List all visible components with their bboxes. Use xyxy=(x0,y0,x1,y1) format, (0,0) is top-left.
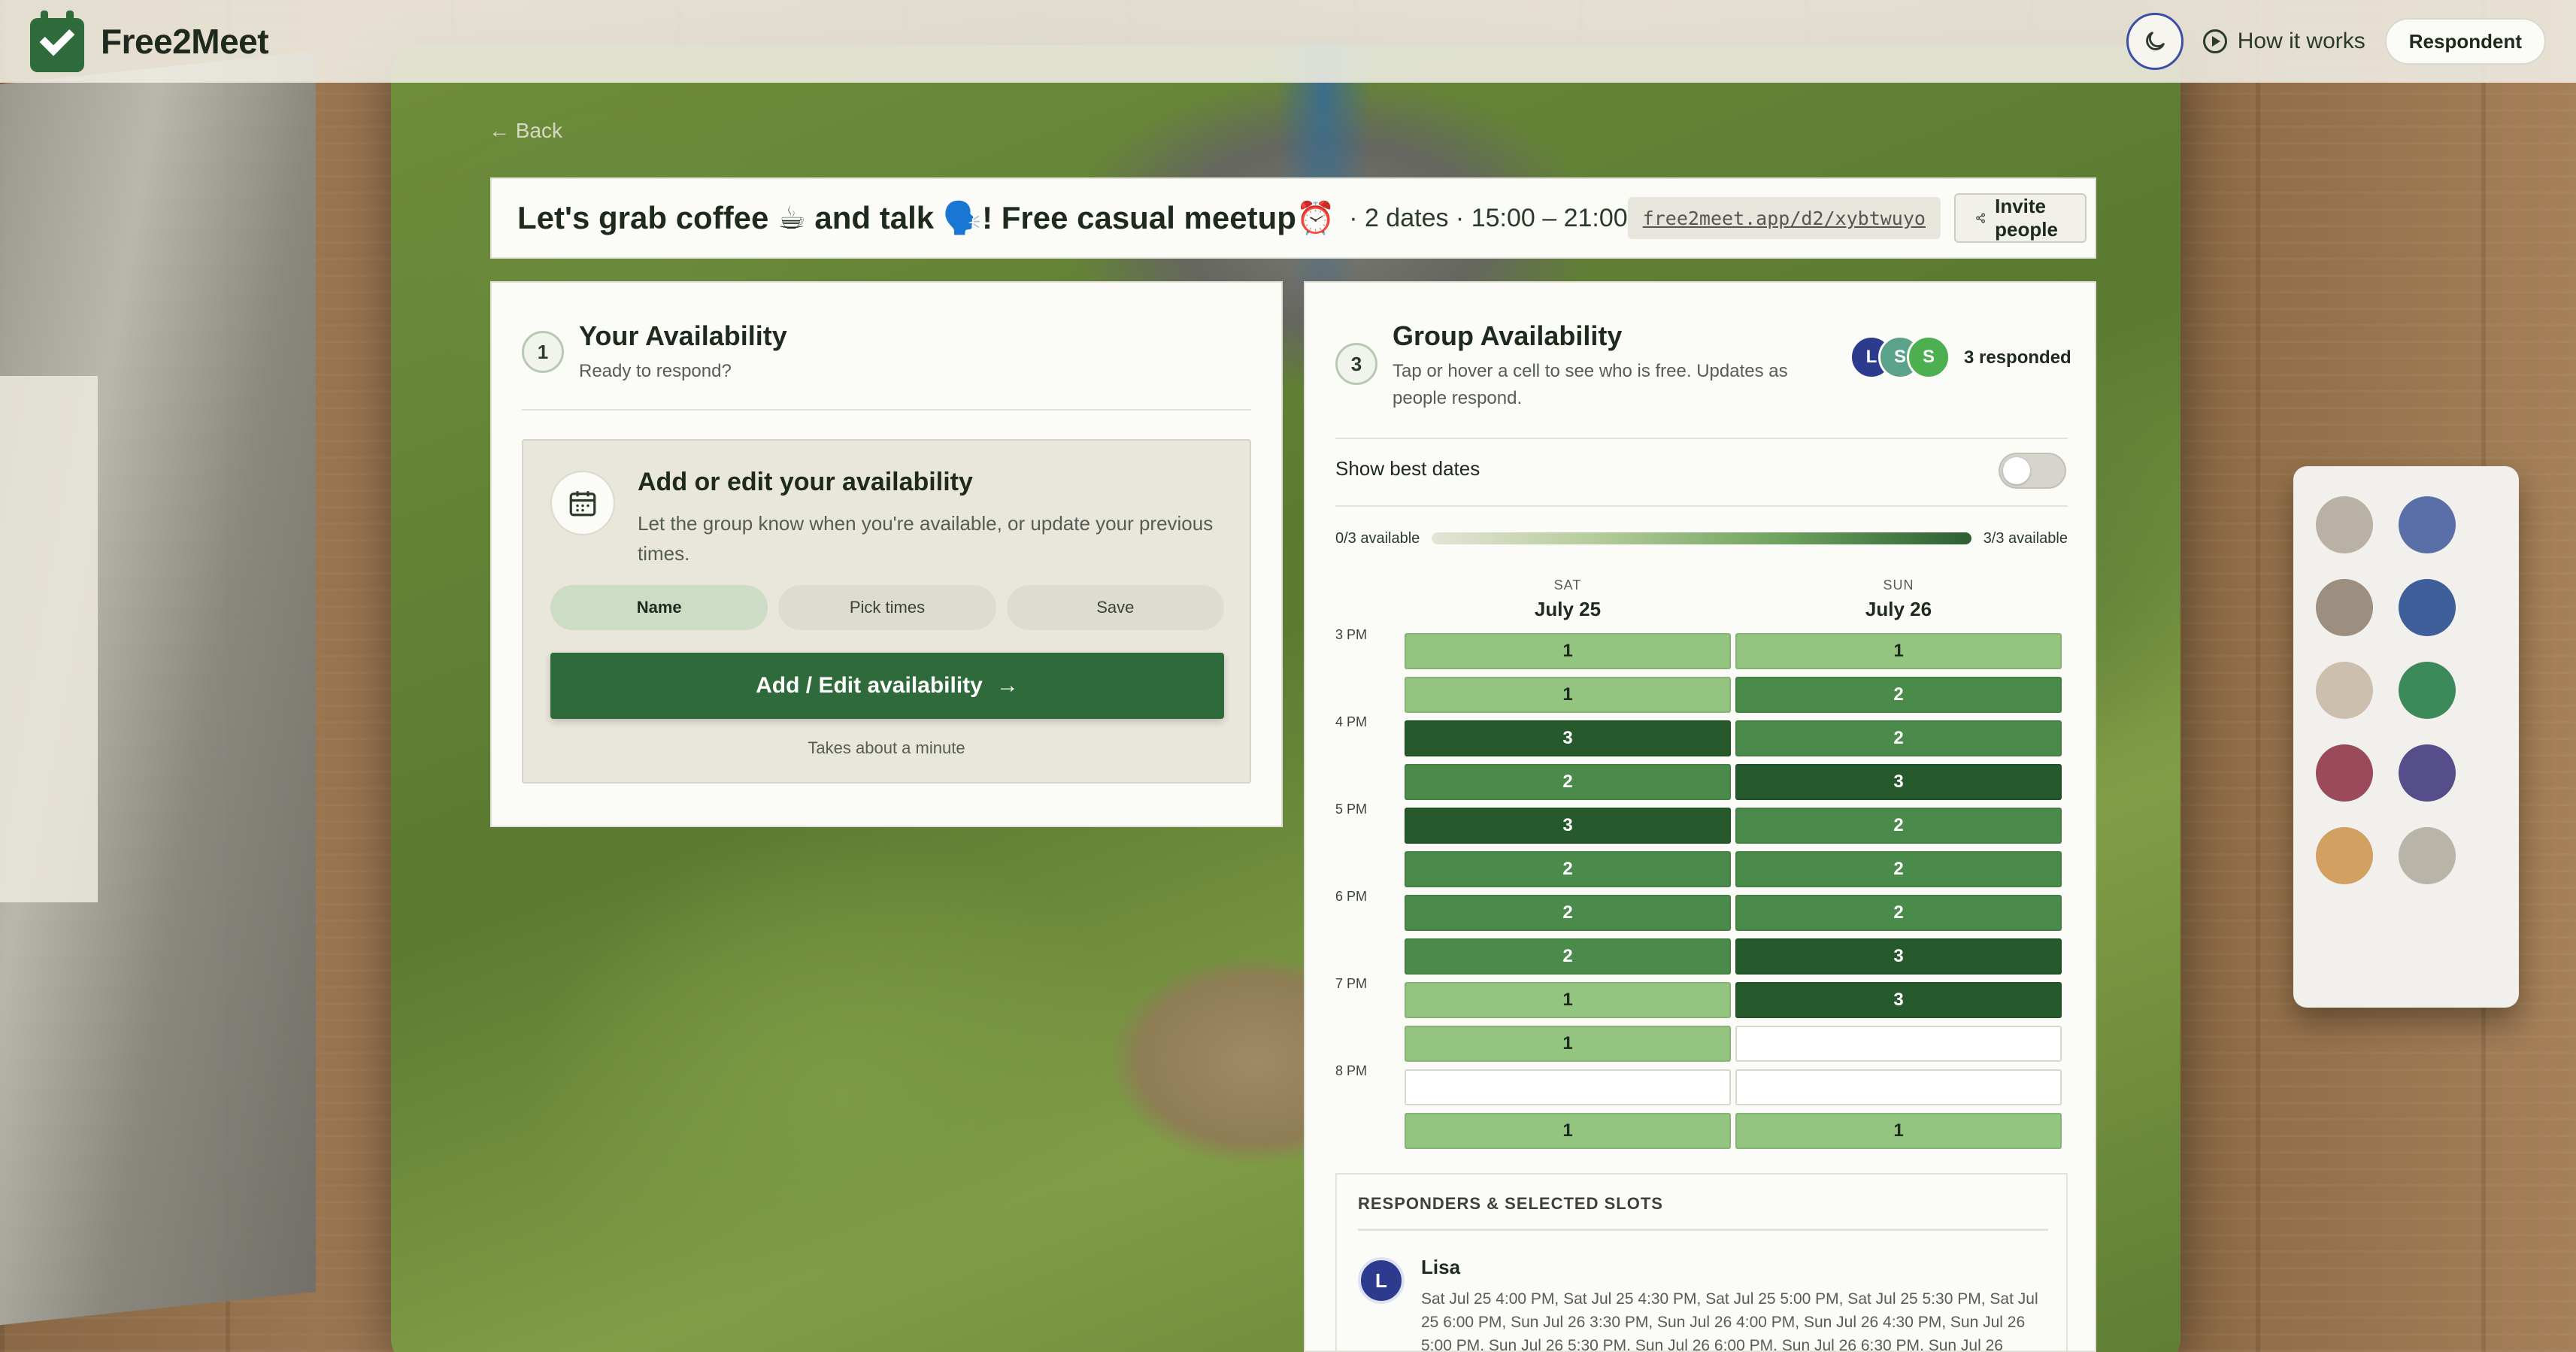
calendar-icon xyxy=(550,471,615,535)
card-title: Add or edit your availability xyxy=(638,468,973,496)
theme-toggle-button[interactable] xyxy=(2126,13,2184,70)
availability-cell[interactable]: 1 xyxy=(1735,1113,2062,1149)
respondent-button[interactable]: Respondent xyxy=(2384,18,2546,65)
play-circle-icon xyxy=(2202,29,2227,53)
availability-cell[interactable] xyxy=(1735,1026,2062,1062)
availability-cell[interactable]: 3 xyxy=(1405,720,1731,756)
availability-cell[interactable]: 2 xyxy=(1405,938,1731,975)
day-date: July 25 xyxy=(1534,598,1602,620)
responder-slots: Sat Jul 25 4:00 PM, Sat Jul 25 4:30 PM, … xyxy=(1421,1290,2038,1352)
legend-min-label: 0/3 available xyxy=(1335,529,1420,547)
moon-icon xyxy=(2145,32,2165,50)
divider xyxy=(1358,1229,2048,1231)
availability-cell[interactable]: 1 xyxy=(1405,1113,1731,1149)
panel-subtitle: Ready to respond? xyxy=(579,361,732,381)
invite-people-label: Invite people xyxy=(1995,195,2058,241)
availability-cell[interactable]: 2 xyxy=(1735,720,2062,756)
card-description: Let the group know when you're available… xyxy=(638,512,1214,565)
brand-name[interactable]: Free2Meet xyxy=(101,21,269,62)
day-of-week: SAT xyxy=(1553,577,1582,593)
panel-title: Group Availability xyxy=(1393,320,1623,351)
availability-legend: 0/3 available 3/3 available xyxy=(1335,529,2068,547)
show-best-dates-label: Show best dates xyxy=(1335,457,1480,480)
how-it-works-link[interactable]: How it works xyxy=(2202,29,2365,54)
legend-max-label: 3/3 available xyxy=(1983,529,2068,547)
responder-avatar: L xyxy=(1358,1257,1405,1304)
availability-cell[interactable]: 3 xyxy=(1405,808,1731,844)
responded-count: 3 responded xyxy=(1964,347,2071,368)
add-edit-availability-label: Add / Edit availability xyxy=(756,673,983,698)
step-number: 3 xyxy=(1335,343,1377,385)
progress-stepper: Name Pick times Save xyxy=(550,585,1224,630)
event-title-bar: Let's grab coffee ☕ and talk 🗣️! Free ca… xyxy=(490,177,2096,259)
show-best-dates-toggle[interactable] xyxy=(1999,453,2066,489)
availability-cell[interactable]: 2 xyxy=(1405,764,1731,800)
top-actions: How it works Respondent xyxy=(2126,13,2546,70)
responder-avatars[interactable]: L S S xyxy=(1850,335,1950,379)
availability-cell[interactable] xyxy=(1735,1069,2062,1105)
event-meta: · 2 dates · 15:00 – 21:00 xyxy=(1349,203,1628,232)
step-name: Name xyxy=(550,585,768,630)
back-link[interactable]: ← Back xyxy=(489,119,562,143)
time-label: 4 PM xyxy=(1335,714,1367,729)
day-header-sun: SUN July 26 xyxy=(1735,577,2062,621)
responder-name: Lisa xyxy=(1421,1256,1461,1278)
availability-cell[interactable]: 2 xyxy=(1735,851,2062,887)
availability-cell[interactable]: 2 xyxy=(1735,808,2062,844)
availability-cell[interactable]: 1 xyxy=(1405,633,1731,669)
invite-people-button[interactable]: Invite people xyxy=(1953,193,2087,243)
availability-cell[interactable]: 1 xyxy=(1735,633,2062,669)
step-number: 1 xyxy=(522,331,564,373)
availability-cell[interactable]: 2 xyxy=(1735,895,2062,931)
time-label: 6 PM xyxy=(1335,889,1367,904)
availability-cell[interactable]: 1 xyxy=(1405,982,1731,1018)
responders-list: RESPONDERS & SELECTED SLOTS L Lisa Sat J… xyxy=(1335,1173,2068,1352)
step-pick-times: Pick times xyxy=(778,585,996,630)
add-edit-availability-button[interactable]: Add / Edit availability → xyxy=(550,653,1224,719)
availability-cell[interactable]: 2 xyxy=(1405,851,1731,887)
time-label: 5 PM xyxy=(1335,802,1367,817)
divider xyxy=(1335,438,2068,439)
day-date: July 26 xyxy=(1865,598,1932,620)
share-icon xyxy=(1976,213,1985,223)
time-label: 8 PM xyxy=(1335,1063,1367,1078)
edit-availability-card: Add or edit your availability Let the gr… xyxy=(522,439,1251,784)
event-title: Let's grab coffee ☕ and talk 🗣️! Free ca… xyxy=(517,200,1336,235)
availability-cell[interactable]: 2 xyxy=(1405,895,1731,931)
paint-tray xyxy=(2293,466,2519,1008)
divider xyxy=(1335,505,2068,507)
divider xyxy=(522,409,1251,411)
responders-header: RESPONDERS & SELECTED SLOTS xyxy=(1358,1194,1663,1213)
panel-title: Your Availability xyxy=(579,320,787,351)
availability-cell[interactable]: 1 xyxy=(1405,1026,1731,1062)
time-estimate-hint: Takes about a minute xyxy=(808,738,965,757)
day-header-sat: SAT July 25 xyxy=(1405,577,1731,621)
top-bar: Free2Meet How it works Respondent xyxy=(0,0,2576,83)
legend-gradient xyxy=(1432,532,1971,544)
day-of-week: SUN xyxy=(1883,577,1914,593)
paper-sheet xyxy=(0,376,98,902)
panel-subtitle: Tap or hover a cell to see who is free. … xyxy=(1393,361,1788,408)
avatar: S xyxy=(1907,335,1950,379)
availability-cell[interactable]: 1 xyxy=(1405,677,1731,713)
availability-cell[interactable]: 3 xyxy=(1735,938,2062,975)
share-link[interactable]: free2meet.app/d2/xybtwuyo xyxy=(1627,197,1941,239)
time-label: 7 PM xyxy=(1335,976,1367,991)
availability-cell[interactable]: 3 xyxy=(1735,982,2062,1018)
step-save: Save xyxy=(1006,585,1224,630)
how-it-works-label: How it works xyxy=(2237,29,2365,53)
logo-calendar-check-icon[interactable] xyxy=(30,11,84,72)
availability-cell[interactable]: 2 xyxy=(1735,677,2062,713)
time-label: 3 PM xyxy=(1335,627,1367,642)
group-availability-panel: 3 Group Availability Tap or hover a cell… xyxy=(1304,281,2096,1352)
availability-cell[interactable] xyxy=(1405,1069,1731,1105)
your-availability-panel: 1 Your Availability Ready to respond? Ad… xyxy=(490,281,1283,827)
arrow-right-icon: → xyxy=(996,673,1019,698)
availability-cell[interactable]: 3 xyxy=(1735,764,2062,800)
